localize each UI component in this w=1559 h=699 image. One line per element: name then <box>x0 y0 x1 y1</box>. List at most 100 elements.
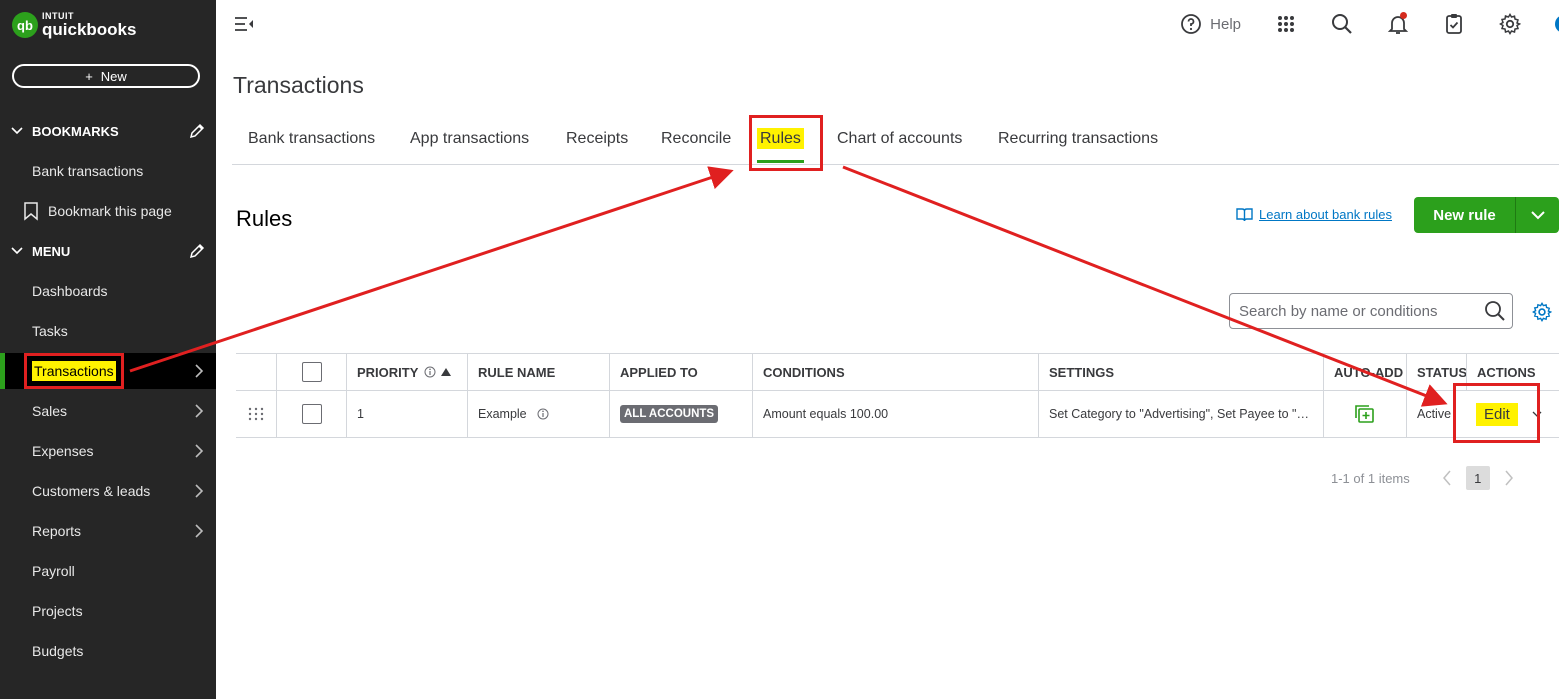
sidebar-item-projects[interactable]: Projects <box>0 593 216 629</box>
tab-label: Recurring transactions <box>998 130 1159 147</box>
column-label: PRIORITY <box>357 364 419 380</box>
sidebar-item-budgets[interactable]: Budgets <box>0 633 216 669</box>
auto-add-icon <box>1355 405 1374 423</box>
tab-bank-transactions[interactable]: Bank transactions <box>248 130 375 165</box>
learn-about-rules-link[interactable]: Learn about bank rules <box>1236 207 1392 222</box>
sort-ascending-icon <box>441 368 452 376</box>
select-all-checkbox[interactable] <box>301 362 322 382</box>
tab-recurring-transactions[interactable]: Recurring transactions <box>998 130 1158 165</box>
tab-label: Reconcile <box>661 130 732 147</box>
quickbooks-logo[interactable]: qb INTUIT quickbooks <box>12 12 136 38</box>
sidebar-item-sales[interactable]: Sales <box>0 393 216 429</box>
page-number[interactable]: 1 <box>1465 466 1490 490</box>
sidebar-item-dashboards[interactable]: Dashboards <box>0 273 216 309</box>
chevron-right-icon[interactable] <box>1504 470 1514 486</box>
new-rule-dropdown-button[interactable] <box>1516 197 1559 233</box>
bookmark-label: Bookmark this page <box>48 203 172 219</box>
cell-auto-add <box>1323 391 1406 437</box>
sidebar-item-tasks[interactable]: Tasks <box>0 313 216 349</box>
new-button[interactable]: + New <box>12 64 200 88</box>
table-header-row: PRIORITY RULE NAME APPLIED TO CONDITIONS… <box>236 353 1559 391</box>
profile-avatar[interactable] <box>1555 15 1559 33</box>
collapse-menu-icon[interactable] <box>234 15 254 33</box>
chevron-right-icon <box>195 364 204 378</box>
rules-heading: Rules <box>236 206 293 231</box>
cell-applied-to: ALL ACCOUNTS <box>609 391 752 437</box>
sidebar-item-reports[interactable]: Reports <box>0 513 216 549</box>
learn-link-label: Learn about bank rules <box>1259 207 1392 222</box>
applied-to-badge: ALL ACCOUNTS <box>620 405 719 423</box>
column-auto-add[interactable]: AUTO-ADD <box>1323 354 1406 390</box>
plus-icon: + <box>85 68 93 84</box>
bell-icon[interactable] <box>1387 12 1409 35</box>
help-label: Help <box>1210 15 1241 33</box>
tab-label: Bank transactions <box>248 130 376 147</box>
clipboard-icon[interactable] <box>1443 13 1465 35</box>
search-icon[interactable] <box>1484 300 1506 322</box>
pencil-icon[interactable] <box>188 242 206 260</box>
bookmark-icon <box>24 202 38 221</box>
bookmark-label: Bank transactions <box>32 163 144 179</box>
bookmark-this-page[interactable]: Bookmark this page <box>0 193 216 229</box>
bookmark-bank-transactions[interactable]: Bank transactions <box>0 153 216 189</box>
apps-grid-icon[interactable] <box>1275 13 1297 35</box>
drag-handle-icon[interactable] <box>248 407 264 421</box>
bookmarks-section-toggle[interactable]: BOOKMARKS <box>10 121 206 141</box>
sidebar-item-payroll[interactable]: Payroll <box>0 553 216 589</box>
help-button[interactable]: Help <box>1180 13 1241 35</box>
top-toolbar: Help <box>1180 0 1559 48</box>
pagination-summary: 1-1 of 1 items <box>1331 470 1410 486</box>
sidebar: qb INTUIT quickbooks + New BOOKMARKS Ban… <box>0 0 216 699</box>
row-checkbox[interactable] <box>301 404 322 424</box>
logo-brand-name: quickbooks <box>42 20 137 39</box>
notification-dot <box>1400 12 1407 19</box>
tab-label: Chart of accounts <box>837 130 963 147</box>
sidebar-item-customers-leads[interactable]: Customers & leads <box>0 473 216 509</box>
pagination: 1-1 of 1 items 1 <box>1331 466 1514 490</box>
sidebar-item-label: Payroll <box>32 563 75 579</box>
sidebar-item-label: Expenses <box>32 443 94 459</box>
new-rule-button-group: New rule <box>1414 197 1559 233</box>
tab-chart-of-accounts[interactable]: Chart of accounts <box>837 130 962 165</box>
search-icon[interactable] <box>1331 13 1353 35</box>
rules-search-input[interactable] <box>1239 302 1479 320</box>
column-rule-name[interactable]: RULE NAME <box>467 354 609 390</box>
tab-label: Receipts <box>566 130 629 147</box>
column-priority[interactable]: PRIORITY <box>346 354 467 390</box>
rule-name-text: Example <box>478 407 527 421</box>
chevron-down-icon <box>1530 211 1545 220</box>
tab-label: App transactions <box>410 130 530 147</box>
table-settings-gear-icon[interactable] <box>1532 302 1552 322</box>
new-rule-button[interactable]: New rule <box>1414 197 1516 233</box>
tab-app-transactions[interactable]: App transactions <box>410 130 529 165</box>
page-title: Transactions <box>233 72 364 98</box>
transactions-tabs: Bank transactions App transactions Recei… <box>232 118 1559 165</box>
tab-reconcile[interactable]: Reconcile <box>661 130 731 165</box>
rules-tab-annotation-box <box>749 115 823 171</box>
cell-priority: 1 <box>346 391 467 437</box>
chevron-left-icon[interactable] <box>1442 470 1452 486</box>
cell-settings: Set Category to "Advertising", Set Payee… <box>1038 391 1323 437</box>
column-conditions[interactable]: CONDITIONS <box>752 354 1038 390</box>
cell-rule-name: Example <box>467 391 609 437</box>
tab-receipts[interactable]: Receipts <box>566 130 628 165</box>
qb-logo-icon: qb <box>12 12 38 38</box>
menu-section-toggle[interactable]: MENU <box>10 241 206 261</box>
sidebar-item-transactions[interactable]: Transactions <box>0 353 216 389</box>
sidebar-item-expenses[interactable]: Expenses <box>0 433 216 469</box>
new-button-label: New <box>100 68 127 84</box>
row-select-cell <box>276 391 346 437</box>
pencil-icon[interactable] <box>188 122 206 140</box>
column-settings[interactable]: SETTINGS <box>1038 354 1323 390</box>
sidebar-item-label: Dashboards <box>32 283 108 299</box>
sidebar-item-label: Sales <box>32 403 68 419</box>
info-icon[interactable] <box>537 408 549 420</box>
app: qb INTUIT quickbooks + New BOOKMARKS Ban… <box>0 0 1559 699</box>
drag-column-header <box>236 354 276 390</box>
sidebar-item-label: Reports <box>32 523 82 539</box>
column-applied-to[interactable]: APPLIED TO <box>609 354 752 390</box>
gear-icon[interactable] <box>1499 13 1522 35</box>
info-icon <box>424 366 436 378</box>
rules-search-box <box>1229 293 1513 329</box>
bookmarks-header: BOOKMARKS <box>32 123 119 139</box>
